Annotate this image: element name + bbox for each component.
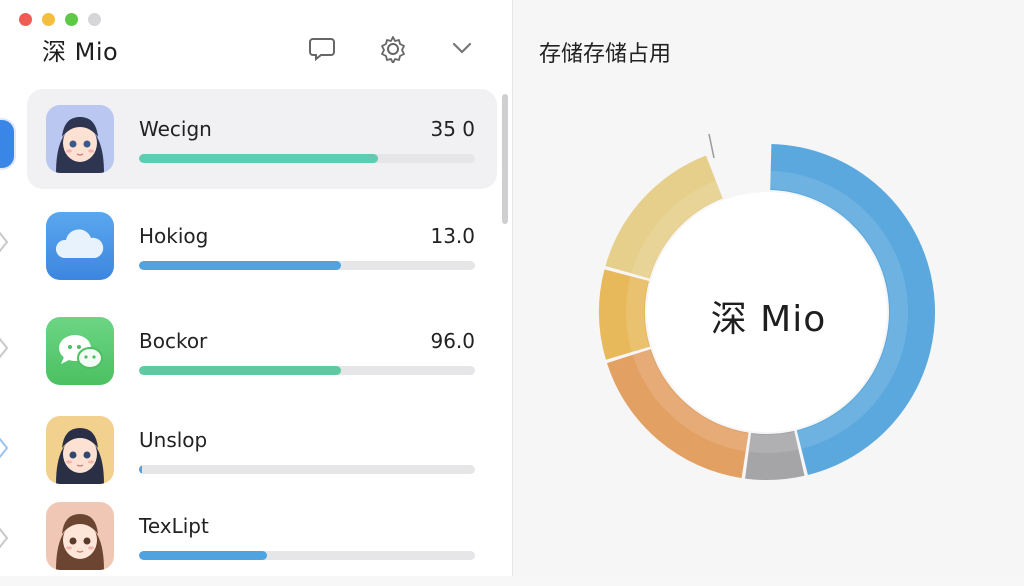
- gear-icon[interactable]: [378, 33, 408, 64]
- list-item[interactable]: Unslop: [27, 400, 497, 500]
- storage-panel: 存储存储占用 深 Mio: [513, 0, 1024, 576]
- app-name: Hokiog: [139, 224, 209, 248]
- usage-bar: [139, 154, 475, 163]
- usage-bar-fill: [139, 465, 143, 474]
- list-item[interactable]: Hokiog 13.0: [27, 196, 497, 296]
- anime-girl-icon: [46, 105, 114, 173]
- chevron-right-icon[interactable]: [0, 436, 10, 460]
- app-size: 96.0: [430, 329, 475, 353]
- chat-bubble-icon[interactable]: [307, 33, 337, 63]
- usage-bar: [139, 366, 475, 375]
- cloud-icon: [46, 212, 114, 280]
- usage-bar-fill: [139, 366, 341, 375]
- minimize-window-button[interactable]: [42, 13, 55, 26]
- usage-bar: [139, 261, 475, 270]
- list-item[interactable]: Wecign 35 0: [27, 89, 497, 189]
- usage-bar-fill: [139, 261, 341, 270]
- chat-bubbles-icon: [46, 317, 114, 385]
- anime-girl-icon: [46, 416, 114, 484]
- donut-center-label: 深 Mio: [710, 299, 827, 340]
- app-list-pane: 深 Mio Wecign 35 0 Hokiog 13.0 Bockor 96.…: [0, 0, 513, 576]
- anime-girl-brown-icon: [46, 502, 114, 570]
- chevron-right-icon[interactable]: [0, 230, 10, 254]
- usage-bar-fill: [139, 154, 378, 163]
- scrollbar-thumb[interactable]: [502, 94, 508, 224]
- app-name: Unslop: [139, 428, 208, 452]
- usage-bar: [139, 465, 475, 474]
- donut-segment-shade-1: [748, 431, 799, 453]
- app-name: TexLipt: [139, 514, 209, 538]
- app-size: 13.0: [430, 224, 475, 248]
- usage-bar-fill: [139, 551, 267, 560]
- close-window-button[interactable]: [19, 13, 32, 26]
- list-item[interactable]: Bockor 96.0: [27, 301, 497, 401]
- extra-window-button[interactable]: [88, 13, 101, 26]
- donut-segment-1: [745, 430, 805, 480]
- chevron-right-icon[interactable]: [0, 336, 10, 360]
- usage-bar: [139, 551, 475, 560]
- window-controls: [19, 13, 101, 26]
- app-name: Wecign: [139, 117, 212, 141]
- zoom-window-button[interactable]: [65, 13, 78, 26]
- chevron-right-icon[interactable]: [0, 526, 10, 550]
- storage-panel-title: 存储存储占用: [539, 42, 672, 67]
- sidebar-edge-tab[interactable]: [0, 118, 16, 170]
- list-item[interactable]: TexLipt: [27, 486, 497, 586]
- app-title: 深 Mio: [42, 38, 119, 66]
- app-size: 35 0: [430, 117, 475, 141]
- app-name: Bockor: [139, 329, 208, 353]
- donut-pointer-line: [708, 133, 715, 159]
- chevron-down-icon[interactable]: [447, 33, 477, 63]
